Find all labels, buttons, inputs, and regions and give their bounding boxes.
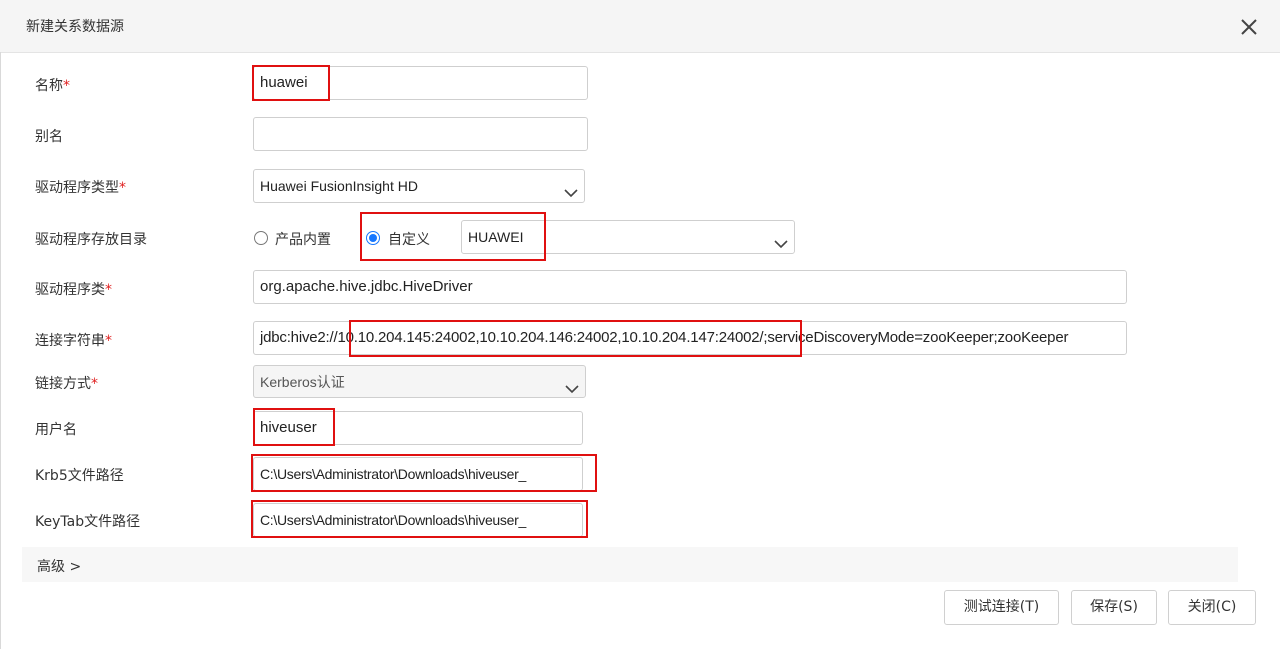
radio-builtin[interactable] (254, 231, 268, 245)
username-label: 用户名 (35, 422, 77, 438)
chevron-down-icon (565, 375, 579, 394)
driver-class-input[interactable]: org.apache.hive.jdbc.HiveDriver (253, 270, 1127, 304)
new-datasource-dialog: 新建关系数据源 名称* huawei 别名 驱动程序类型* Huawei Fus… (0, 0, 1280, 649)
keytab-path-label: KeyTab文件路径 (35, 514, 141, 530)
radio-custom[interactable] (366, 231, 380, 245)
krb5-path-input[interactable]: C:\Users\Administrator\Downloads\hiveuse… (253, 457, 583, 491)
krb5-path-label: Krb5文件路径 (35, 468, 124, 484)
chevron-down-icon (564, 179, 578, 198)
driver-type-label: 驱动程序类型* (35, 180, 126, 196)
test-connection-button[interactable]: 测试连接(T) (944, 590, 1059, 625)
close-icon[interactable] (1236, 14, 1262, 40)
chevron-right-icon: > (69, 559, 82, 575)
username-input[interactable]: hiveuser (253, 411, 583, 445)
advanced-label: 高级 > (37, 559, 82, 575)
chevron-down-icon (774, 230, 788, 249)
advanced-section-toggle[interactable]: 高级 > (22, 547, 1238, 582)
auth-mode-label: 链接方式* (35, 376, 98, 392)
save-button[interactable]: 保存(S) (1071, 590, 1157, 625)
driver-class-label: 驱动程序类* (35, 282, 112, 298)
driver-type-select[interactable]: Huawei FusionInsight HD (253, 169, 585, 203)
alias-input[interactable] (253, 117, 588, 151)
conn-string-label: 连接字符串* (35, 333, 112, 349)
driver-dir-label: 驱动程序存放目录 (35, 232, 147, 248)
radio-custom-label: 自定义 (388, 232, 430, 248)
name-input[interactable]: huawei (253, 66, 588, 100)
radio-builtin-label: 产品内置 (275, 232, 331, 248)
auth-mode-select[interactable]: Kerberos认证 (253, 365, 586, 398)
keytab-path-input[interactable]: C:\Users\Administrator\Downloads\hiveuse… (253, 503, 583, 537)
driver-dir-select[interactable]: HUAWEI (461, 220, 795, 254)
name-label: 名称* (35, 78, 70, 94)
dialog-title: 新建关系数据源 (26, 19, 124, 35)
dialog-left-border (0, 52, 1, 649)
alias-label: 别名 (35, 129, 63, 145)
conn-string-input[interactable]: jdbc:hive2://10.10.204.145:24002,10.10.2… (253, 321, 1127, 355)
close-button[interactable]: 关闭(C) (1168, 590, 1256, 625)
dialog-titlebar: 新建关系数据源 (0, 0, 1280, 53)
